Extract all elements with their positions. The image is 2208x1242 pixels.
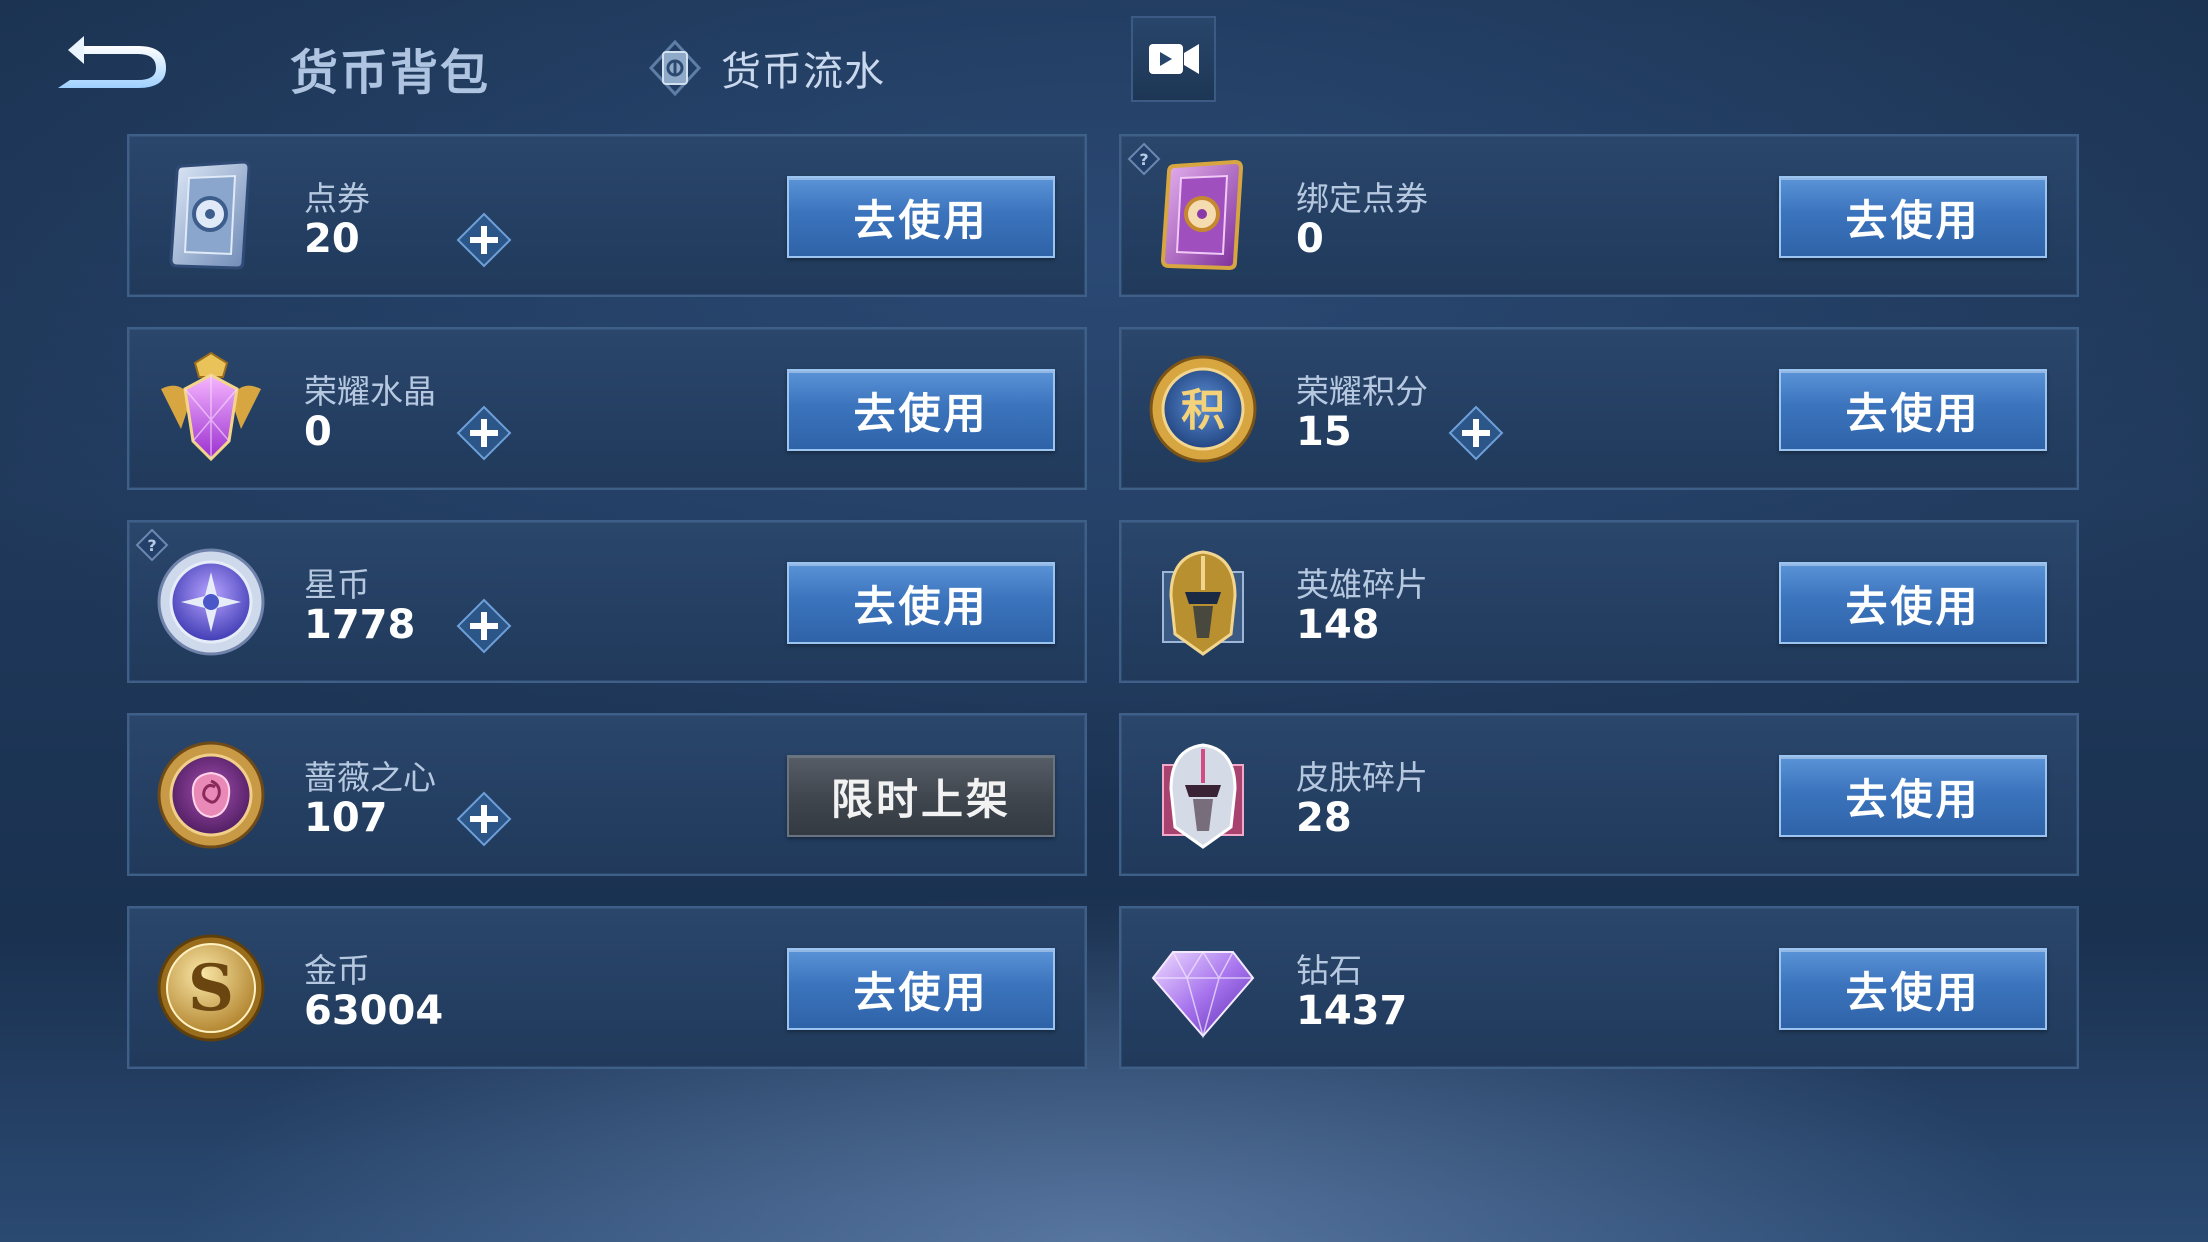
back-button[interactable]: [50, 30, 180, 100]
use-button[interactable]: 去使用: [1779, 176, 2047, 258]
currency-amount: 63004: [304, 988, 444, 1034]
currency-name: 皮肤碎片: [1296, 758, 1428, 797]
currency-name: 蔷薇之心: [304, 758, 436, 797]
currency-card-glory-points: 积 荣耀积分 15 去使用: [1119, 327, 2079, 490]
rose-heart-coin-icon: [157, 741, 265, 849]
use-button[interactable]: 去使用: [787, 562, 1055, 644]
use-button[interactable]: 去使用: [787, 948, 1055, 1030]
bound-coupon-card-icon: [1160, 159, 1244, 271]
use-button[interactable]: 去使用: [1779, 755, 2047, 837]
currency-name: 英雄碎片: [1296, 565, 1428, 604]
use-button[interactable]: 去使用: [1779, 562, 2047, 644]
currency-amount: 0: [304, 409, 332, 455]
currency-card-gold-coin: S 金币 63004 去使用: [127, 906, 1087, 1069]
skin-fragment-helmet-icon: [1162, 743, 1244, 849]
currency-amount: 28: [1296, 795, 1352, 841]
currency-name: 钻石: [1296, 951, 1362, 990]
currency-name: 荣耀积分: [1296, 372, 1428, 411]
currency-name: 点券: [304, 179, 370, 218]
video-camera-icon: [1148, 44, 1199, 74]
currency-amount: 0: [1296, 216, 1324, 262]
diamond-icon: [1151, 950, 1255, 1039]
currency-amount: 1437: [1296, 988, 1408, 1034]
currency-name: 荣耀水晶: [304, 372, 436, 411]
currency-history-link[interactable]: 货币流水: [645, 36, 885, 100]
currency-card-glory-crystal: 荣耀水晶 0 去使用: [127, 327, 1087, 490]
coupon-card-icon: [169, 160, 251, 270]
currency-card-diamond: 钻石 1437 去使用: [1119, 906, 2079, 1069]
currency-name: 绑定点券: [1296, 179, 1428, 218]
currency-amount: 148: [1296, 602, 1380, 648]
plus-icon[interactable]: [454, 210, 514, 270]
gold-coin-icon: S: [157, 934, 265, 1042]
video-button[interactable]: [1131, 16, 1216, 102]
page-title: 货币背包: [290, 45, 491, 101]
glory-points-medal-icon: 积: [1149, 355, 1257, 463]
limited-time-button[interactable]: 限时上架: [787, 755, 1055, 837]
currency-amount: 20: [304, 216, 360, 262]
currency-card-rose-heart: 蔷薇之心 107 限时上架: [127, 713, 1087, 876]
use-button[interactable]: 去使用: [787, 176, 1055, 258]
currency-card-bound-coupon: ? 绑定点券 0 去使用: [1119, 134, 2079, 297]
currency-amount: 107: [304, 795, 388, 841]
svg-text:S: S: [188, 951, 234, 1026]
currency-card-hero-fragment: 英雄碎片 148 去使用: [1119, 520, 2079, 683]
plus-icon[interactable]: [454, 596, 514, 656]
currency-card-skin-fragment: 皮肤碎片 28 去使用: [1119, 713, 2079, 876]
star-coin-icon: [157, 548, 265, 656]
plus-icon[interactable]: [1446, 403, 1506, 463]
glory-crystal-icon: [161, 351, 261, 462]
use-button[interactable]: 去使用: [787, 369, 1055, 451]
currency-name: 星币: [304, 565, 370, 604]
currency-amount: 15: [1296, 409, 1352, 455]
back-arrow-icon: [58, 36, 166, 88]
currency-name: 金币: [304, 951, 370, 990]
use-button[interactable]: 去使用: [1779, 369, 2047, 451]
currency-card-coupon: 点券 20 去使用: [127, 134, 1087, 297]
plus-icon[interactable]: [454, 403, 514, 463]
currency-history-label: 货币流水: [721, 49, 885, 95]
svg-text:积: 积: [1181, 385, 1225, 436]
plus-icon[interactable]: [454, 789, 514, 849]
currency-card-star-coin: ? 星币 1778 去使用: [127, 520, 1087, 683]
currency-history-icon: [648, 39, 702, 97]
use-button[interactable]: 去使用: [1779, 948, 2047, 1030]
currency-amount: 1778: [304, 602, 416, 648]
hero-fragment-helmet-icon: [1162, 550, 1244, 656]
